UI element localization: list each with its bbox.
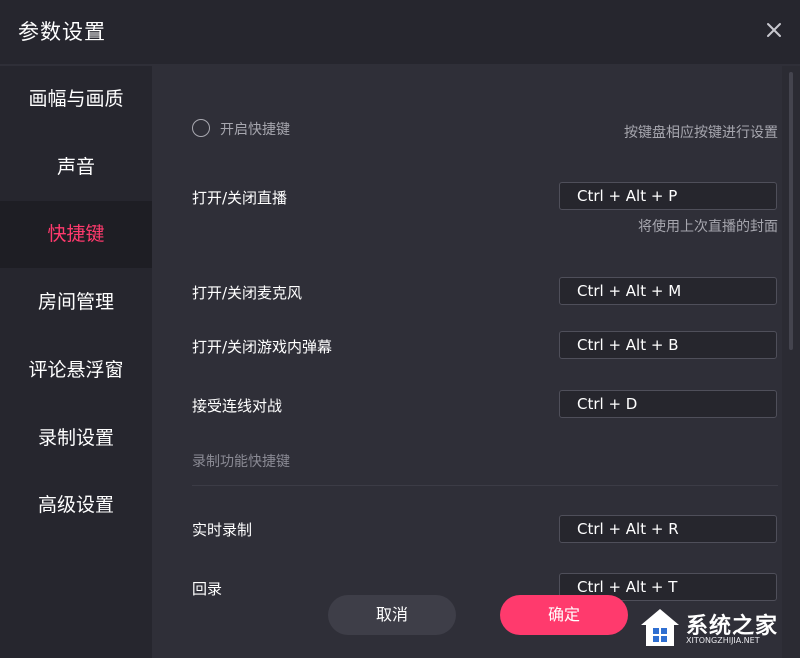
shortcut-input-toggle-danmaku[interactable]: Ctrl + Alt + B bbox=[559, 331, 777, 359]
shortcut-input-toggle-mic[interactable]: Ctrl + Alt + M bbox=[559, 277, 777, 305]
cancel-button[interactable]: 取消 bbox=[328, 595, 456, 635]
record-section-label: 录制功能快捷键 bbox=[192, 454, 290, 470]
sidebar-item-advanced-settings[interactable]: 高级设置 bbox=[0, 472, 152, 538]
shortcut-label-toggle-live: 打开/关闭直播 bbox=[192, 189, 288, 207]
shortcut-label-toggle-danmaku: 打开/关闭游戏内弹幕 bbox=[192, 338, 333, 356]
shortcut-label-live-record: 实时录制 bbox=[192, 521, 253, 539]
confirm-button[interactable]: 确定 bbox=[500, 595, 628, 635]
enable-shortcuts-label: 开启快捷键 bbox=[220, 122, 290, 138]
sidebar-item-audio[interactable]: 声音 bbox=[0, 134, 152, 200]
shortcut-label-accept-battle: 接受连线对战 bbox=[192, 397, 283, 415]
toggle-live-hint: 将使用上次直播的封面 bbox=[638, 219, 778, 235]
scrollbar[interactable] bbox=[782, 66, 800, 658]
sidebar-item-comment-overlay[interactable]: 评论悬浮窗 bbox=[0, 337, 152, 403]
close-button[interactable] bbox=[764, 20, 784, 40]
close-icon bbox=[767, 23, 781, 37]
scrollbar-thumb[interactable] bbox=[789, 72, 793, 350]
shortcut-label-replay-record: 回录 bbox=[192, 580, 223, 598]
shortcut-label-toggle-mic: 打开/关闭麦克风 bbox=[192, 284, 303, 302]
sidebar-item-shortcuts[interactable]: 快捷键 bbox=[0, 201, 152, 268]
shortcut-input-accept-battle[interactable]: Ctrl + D bbox=[559, 390, 777, 418]
watermark: 系统之家 XITONGZHIJIA.NET bbox=[636, 604, 796, 654]
watermark-subtext: XITONGZHIJIA.NET bbox=[686, 636, 760, 645]
enable-shortcuts-hint: 按键盘相应按键进行设置 bbox=[624, 125, 778, 141]
shortcut-input-live-record[interactable]: Ctrl + Alt + R bbox=[559, 515, 777, 543]
sidebar-item-recording-settings[interactable]: 录制设置 bbox=[0, 405, 152, 471]
sidebar-item-room-management[interactable]: 房间管理 bbox=[0, 269, 152, 335]
shortcut-input-toggle-live[interactable]: Ctrl + Alt + P bbox=[559, 182, 777, 210]
shortcut-settings-panel bbox=[152, 66, 782, 658]
radio-unchecked-icon bbox=[192, 119, 210, 137]
title-bar: 参数设置 bbox=[0, 0, 800, 64]
settings-dialog: 参数设置 画幅与画质 声音 快捷键 房间管理 评论悬浮窗 录制设置 高级设置 开… bbox=[0, 0, 800, 658]
dialog-title: 参数设置 bbox=[18, 20, 106, 44]
sidebar-item-picture-quality[interactable]: 画幅与画质 bbox=[0, 66, 152, 132]
sidebar: 画幅与画质 声音 快捷键 房间管理 评论悬浮窗 录制设置 高级设置 bbox=[0, 66, 152, 658]
section-divider bbox=[192, 485, 778, 486]
house-logo-icon bbox=[641, 609, 679, 646]
